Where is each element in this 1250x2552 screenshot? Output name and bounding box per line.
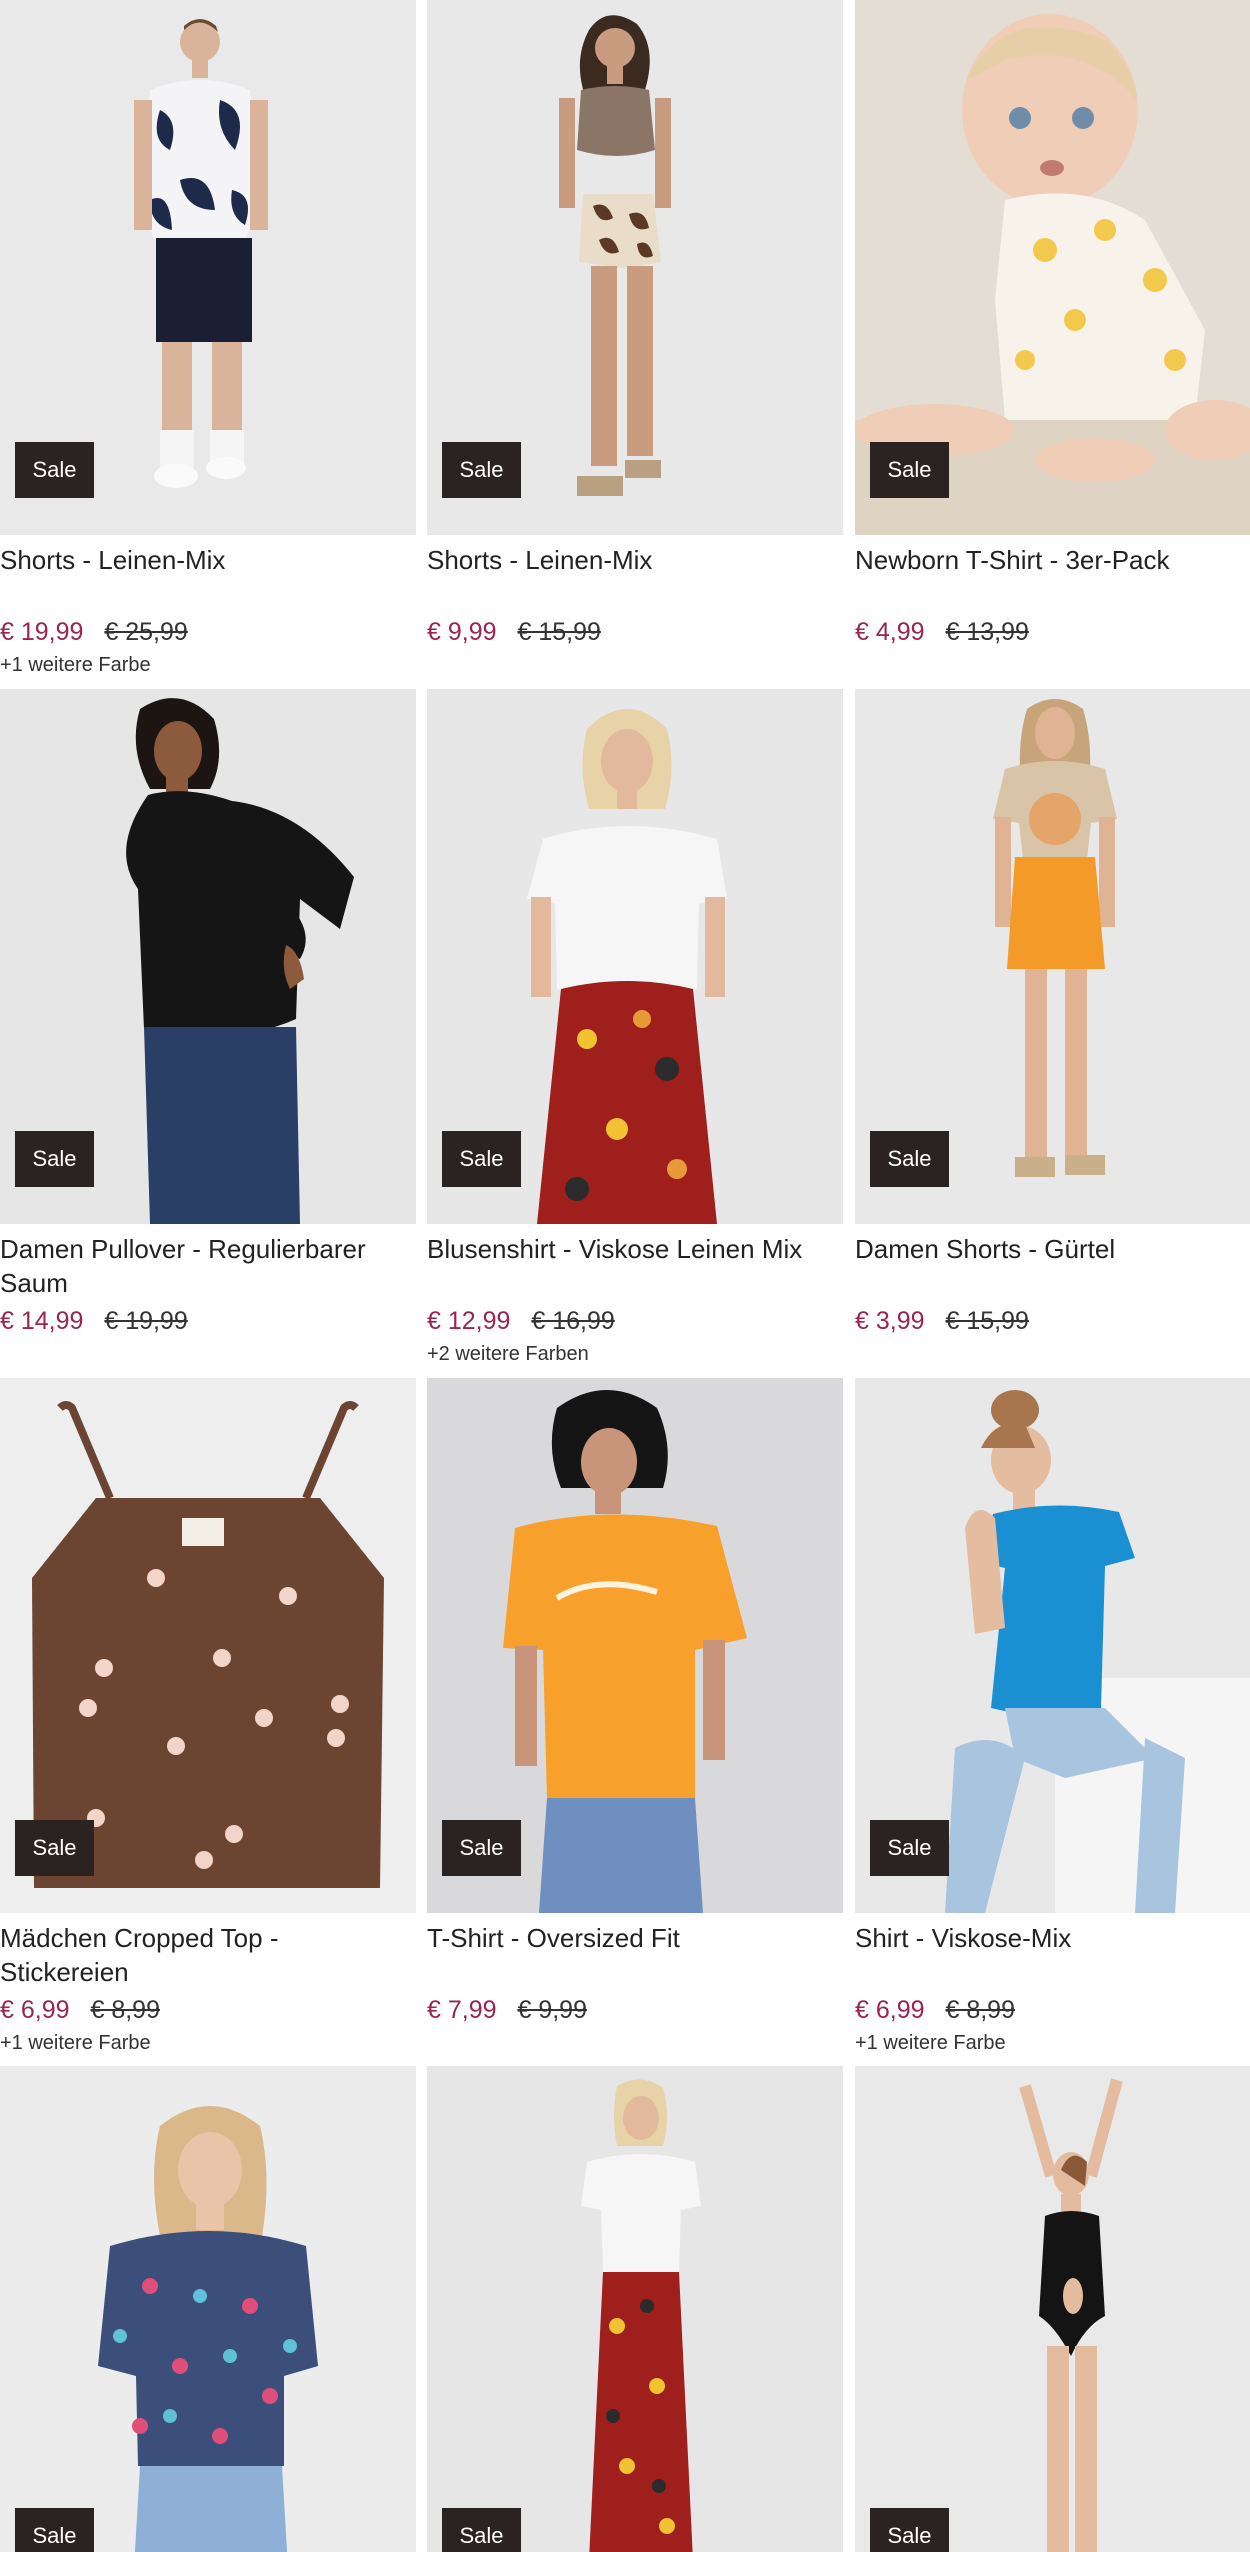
product-image[interactable]: Sale: [0, 0, 416, 535]
price-row: € 7,99 € 9,99: [427, 1990, 587, 2030]
price-row: € 6,99 € 8,99: [0, 1990, 160, 2030]
sale-price: € 3,99: [855, 1307, 925, 1335]
product-title[interactable]: Mädchen Cropped Top - Stickereien: [0, 1921, 412, 1989]
price-row: € 4,99 € 13,99: [855, 612, 1029, 652]
product-card[interactable]: Sale Damen Pullover - Regulierbarer Saum…: [0, 689, 416, 1379]
sale-badge[interactable]: Sale: [870, 1131, 949, 1187]
sale-badge[interactable]: Sale: [15, 1820, 94, 1876]
price-row: € 3,99 € 15,99: [855, 1301, 1029, 1341]
product-card[interactable]: Sale Damen Shorts - Gürtel € 3,99 € 15,9…: [855, 689, 1250, 1379]
price-row: € 9,99 € 15,99: [427, 612, 601, 652]
product-card[interactable]: Sale: [855, 2066, 1250, 2552]
product-image[interactable]: Sale: [0, 689, 416, 1224]
original-price: € 15,99: [945, 1307, 1029, 1335]
product-title[interactable]: Newborn T-Shirt - 3er-Pack: [855, 543, 1250, 577]
sale-price: € 7,99: [427, 1996, 497, 2024]
product-card[interactable]: Sale T-Shirt - Oversized Fit € 7,99 € 9,…: [427, 1378, 843, 2068]
product-image[interactable]: Sale: [427, 1378, 843, 1913]
price-row: € 6,99 € 8,99: [855, 1990, 1015, 2030]
product-title[interactable]: Blusenshirt - Viskose Leinen Mix: [427, 1232, 839, 1266]
sale-badge[interactable]: Sale: [442, 1820, 521, 1876]
sale-price: € 14,99: [0, 1307, 84, 1335]
original-price: € 9,99: [517, 1996, 587, 2024]
more-colors-link[interactable]: +1 weitere Farbe: [0, 2032, 151, 2055]
sale-badge[interactable]: Sale: [15, 1131, 94, 1187]
sale-price: € 12,99: [427, 1307, 511, 1335]
price-row: € 12,99 € 16,99: [427, 1301, 615, 1341]
price-row: € 19,99 € 25,99: [0, 612, 188, 652]
sale-price: € 6,99: [0, 1996, 70, 2024]
original-price: € 8,99: [90, 1996, 160, 2024]
product-title[interactable]: Damen Pullover - Regulierbarer Saum: [0, 1232, 412, 1300]
product-image[interactable]: Sale: [427, 2066, 843, 2552]
original-price: € 8,99: [945, 1996, 1015, 2024]
sale-badge[interactable]: Sale: [870, 442, 949, 498]
product-image[interactable]: Sale: [0, 2066, 416, 2552]
price-row: € 14,99 € 19,99: [0, 1301, 188, 1341]
original-price: € 16,99: [531, 1307, 615, 1335]
product-title[interactable]: Damen Shorts - Gürtel: [855, 1232, 1250, 1266]
more-colors-link[interactable]: +1 weitere Farbe: [0, 654, 151, 677]
product-card[interactable]: Sale Mädchen Cropped Top - Stickereien €…: [0, 1378, 416, 2068]
more-colors-link[interactable]: +1 weitere Farbe: [855, 2032, 1006, 2055]
sale-badge[interactable]: Sale: [15, 442, 94, 498]
product-image[interactable]: Sale: [0, 1378, 416, 1913]
product-card[interactable]: Sale Shirt - Viskose-Mix € 6,99 € 8,99 +…: [855, 1378, 1250, 2068]
sale-price: € 9,99: [427, 618, 497, 646]
product-card[interactable]: Sale Blusenshirt - Viskose Leinen Mix € …: [427, 689, 843, 1379]
product-card[interactable]: Sale Shorts - Leinen-Mix € 19,99 € 25,99…: [0, 0, 416, 690]
product-image[interactable]: Sale: [855, 2066, 1250, 2552]
product-card[interactable]: Sale Shorts - Leinen-Mix € 9,99 € 15,99: [427, 0, 843, 690]
product-title[interactable]: Shorts - Leinen-Mix: [0, 543, 412, 577]
product-card[interactable]: Sale: [427, 2066, 843, 2552]
product-image[interactable]: Sale: [855, 689, 1250, 1224]
sale-badge[interactable]: Sale: [870, 1820, 949, 1876]
product-card[interactable]: Sale Newborn T-Shirt - 3er-Pack € 4,99 €…: [855, 0, 1250, 690]
product-title[interactable]: T-Shirt - Oversized Fit: [427, 1921, 839, 1955]
original-price: € 15,99: [517, 618, 601, 646]
original-price: € 19,99: [104, 1307, 188, 1335]
original-price: € 25,99: [104, 618, 188, 646]
original-price: € 13,99: [945, 618, 1029, 646]
product-image[interactable]: Sale: [427, 0, 843, 535]
sale-badge[interactable]: Sale: [15, 2508, 94, 2552]
product-image[interactable]: Sale: [427, 689, 843, 1224]
product-image[interactable]: Sale: [855, 0, 1250, 535]
sale-badge[interactable]: Sale: [442, 2508, 521, 2552]
sale-price: € 6,99: [855, 1996, 925, 2024]
product-card[interactable]: Sale: [0, 2066, 416, 2552]
sale-badge[interactable]: Sale: [442, 1131, 521, 1187]
product-image[interactable]: Sale: [855, 1378, 1250, 1913]
product-title[interactable]: Shirt - Viskose-Mix: [855, 1921, 1250, 1955]
sale-badge[interactable]: Sale: [442, 442, 521, 498]
sale-price: € 4,99: [855, 618, 925, 646]
sale-price: € 19,99: [0, 618, 84, 646]
more-colors-link[interactable]: +2 weitere Farben: [427, 1343, 589, 1366]
sale-badge[interactable]: Sale: [870, 2508, 949, 2552]
product-title[interactable]: Shorts - Leinen-Mix: [427, 543, 839, 577]
